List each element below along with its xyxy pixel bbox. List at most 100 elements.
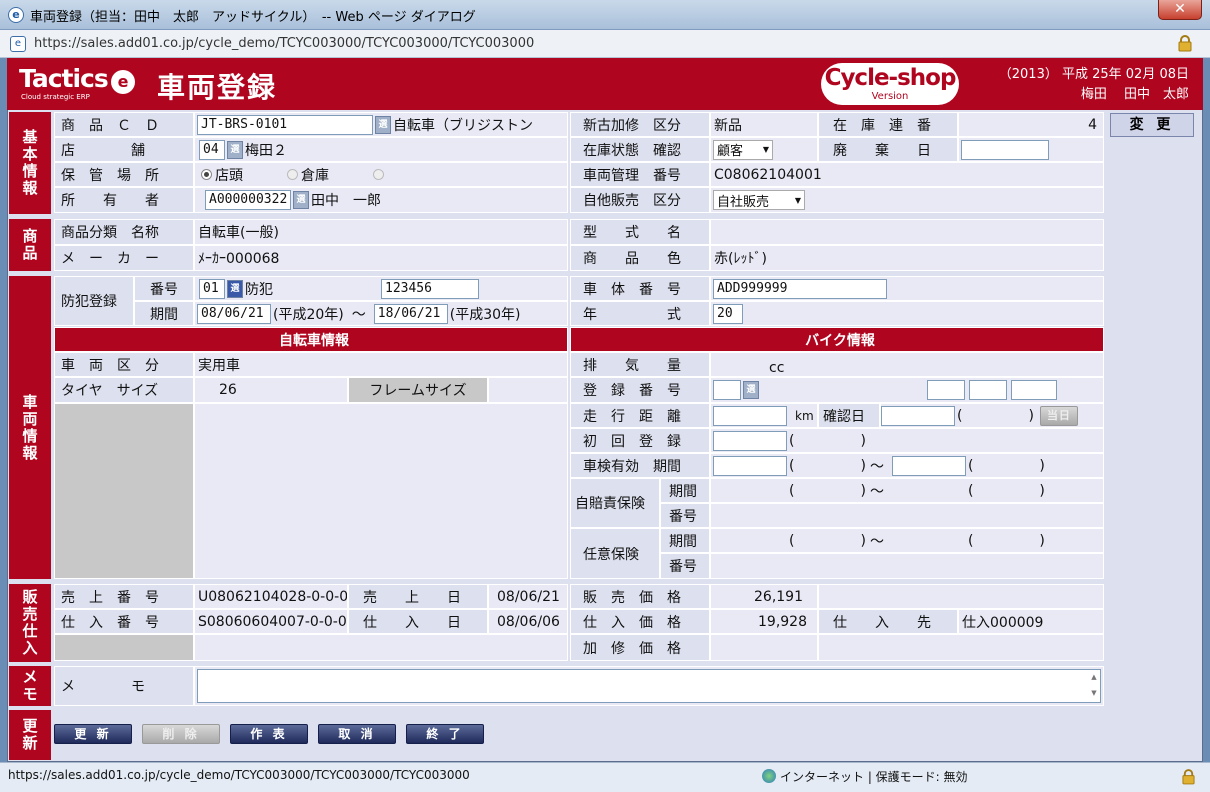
maker-value: ﾒｰｶｰ000068: [194, 245, 568, 271]
storage-radio-other[interactable]: [373, 169, 384, 180]
period-from-era: (平成20年): [273, 306, 344, 323]
badge-name: Cycle-shop: [824, 65, 957, 91]
year-input[interactable]: 20: [713, 303, 743, 324]
close-button[interactable]: ✕: [1158, 0, 1202, 20]
logo-mark-icon: e: [111, 70, 135, 94]
crime-name: 防犯: [245, 281, 273, 298]
stock-status-select[interactable]: 顧客 ▼: [713, 139, 773, 160]
product-cd-input[interactable]: JT-BRS-0101: [197, 114, 373, 135]
memo-textarea[interactable]: [197, 669, 1101, 703]
category-value: 自転車(一般): [194, 219, 568, 245]
new-used-label: 新古加修 区分: [570, 112, 710, 137]
status-url: https://sales.add01.co.jp/cycle_demo/TCY…: [8, 768, 470, 782]
exit-button[interactable]: 終 了: [406, 724, 484, 744]
memo-scroll-icon[interactable]: ▲ ▼: [1087, 669, 1101, 703]
sale-price-blank: [818, 584, 1104, 609]
supplier-label: 仕 入 先: [818, 609, 958, 634]
compulsory-tilde: ～: [869, 483, 884, 500]
disposal-date-input[interactable]: [961, 139, 1049, 160]
voluntary-to-close: ): [1039, 532, 1045, 549]
header-date: （2013） 平成 25年 02月 08日: [998, 67, 1189, 82]
mileage-input[interactable]: [713, 405, 787, 426]
update-button[interactable]: 更 新: [54, 724, 132, 744]
sale-price-value: 26,191: [710, 584, 818, 609]
stock-status-value: 顧客: [717, 144, 744, 159]
page-title: 車両登録: [157, 71, 278, 104]
status-bar: https://sales.add01.co.jp/cycle_demo/TCY…: [0, 762, 1210, 792]
address-url[interactable]: https://sales.add01.co.jp/cycle_demo/TCY…: [34, 36, 534, 51]
logo-text: Tactics: [19, 64, 109, 93]
storage-radio-warehouse[interactable]: [287, 169, 298, 180]
section-update: 更新: [9, 710, 51, 760]
compulsory-to-open: (: [967, 482, 974, 499]
confirm-date-input[interactable]: [881, 405, 955, 426]
storage-radio-front[interactable]: [201, 169, 212, 180]
section-memo: メモ: [9, 666, 51, 706]
body-number-input[interactable]: ADD999999: [713, 278, 887, 299]
bicycle-blank-label: [54, 403, 194, 579]
status-lock-icon: [1182, 769, 1195, 785]
storage-label: 保 管 場 所: [54, 162, 194, 187]
sales-type-label: 自他販売 区分: [570, 187, 710, 213]
vehicle-type-label: 車 両 区 分: [54, 352, 194, 377]
storage-row: 店頭 倉庫: [194, 162, 568, 187]
lock-icon[interactable]: [1178, 35, 1192, 52]
sales-blank-label: [54, 634, 194, 661]
owner-search-icon[interactable]: 選: [293, 191, 309, 209]
tactics-logo: Tactics e Cloud strategic ERP: [19, 64, 137, 104]
inspection-from-input[interactable]: [713, 455, 787, 476]
section-product: 商品: [9, 219, 51, 271]
window-title: 車両登録（担当：田中 太郎 アッドサイクル） -- Web ページ ダイアログ: [30, 10, 476, 25]
reg-number-input-2[interactable]: [927, 380, 965, 400]
voluntary-ins-label: 任意保険: [570, 528, 660, 579]
confirm-date-label: 確認日: [818, 403, 880, 428]
purchase-no-value: S08060604007-0-0-0: [194, 609, 348, 634]
store-code-input[interactable]: 04: [199, 139, 225, 160]
cancel-button[interactable]: 取 消: [318, 724, 396, 744]
reg-number-input-1[interactable]: [713, 380, 741, 400]
compulsory-period-label: 期間: [660, 478, 710, 503]
product-search-icon[interactable]: 選: [375, 115, 391, 134]
sales-type-select[interactable]: 自社販売 ▼: [713, 190, 805, 210]
reg-number-input-4[interactable]: [1011, 380, 1057, 400]
first-reg-input[interactable]: [713, 430, 787, 451]
tire-size-label: タイヤ サイズ: [54, 377, 194, 403]
owner-code-input[interactable]: A000000322: [205, 190, 291, 210]
crime-search-icon[interactable]: 選: [227, 279, 243, 298]
compulsory-number-label: 番号: [660, 503, 710, 528]
period-from-input[interactable]: 08/06/21: [197, 303, 271, 324]
reg-number-input-3[interactable]: [969, 380, 1007, 400]
maker-label: メ ー カ ー: [54, 245, 194, 271]
chevron-down-icon: ▼: [762, 145, 769, 154]
body-number-label: 車 体 番 号: [570, 276, 710, 301]
create-report-button[interactable]: 作 表: [230, 724, 308, 744]
today-button[interactable]: 当日: [1039, 405, 1078, 426]
store-row: 04 選 梅田２: [194, 137, 568, 162]
page-icon: e: [10, 36, 26, 52]
color-value: 赤(ﾚｯﾄﾞ): [710, 245, 1104, 271]
memo-label: メ モ: [54, 666, 194, 706]
tire-size-value: 26: [194, 377, 348, 403]
product-cd-row: JT-BRS-0101 選 自転車（ブリジストン: [194, 112, 568, 137]
change-button[interactable]: 変 更: [1110, 113, 1194, 137]
period-to-input[interactable]: 18/06/21: [373, 303, 448, 324]
crime-period-row: 08/06/21 (平成20年) ～ 18/06/21 (平成30年): [194, 301, 568, 326]
crime-code-input[interactable]: 01: [199, 278, 225, 299]
inspection-to-close: ): [1039, 457, 1045, 474]
supplier-value: 仕入000009: [958, 609, 1104, 634]
stock-serial-value: 4: [958, 112, 1104, 137]
logo-subtext: Cloud strategic ERP: [21, 93, 90, 101]
period-tilde: ～: [351, 306, 366, 323]
reg-search-icon[interactable]: 選: [743, 381, 759, 399]
bike-info-header: バイク情報: [570, 327, 1104, 352]
app-header: Tactics e Cloud strategic ERP 車両登録 Cycle…: [7, 58, 1203, 110]
crime-number-input[interactable]: 123456: [381, 278, 479, 299]
store-search-icon[interactable]: 選: [227, 140, 243, 159]
sales-no-label: 売 上 番 号: [54, 584, 194, 609]
stock-serial-label: 在 庫 連 番: [818, 112, 958, 137]
sales-date-value: 08/06/21: [488, 584, 568, 609]
first-reg-row: ( ): [710, 428, 1104, 453]
delete-button[interactable]: 削 除: [142, 724, 220, 744]
stock-status-label: 在庫状態 確認: [570, 137, 710, 162]
inspection-to-input[interactable]: [891, 455, 966, 476]
